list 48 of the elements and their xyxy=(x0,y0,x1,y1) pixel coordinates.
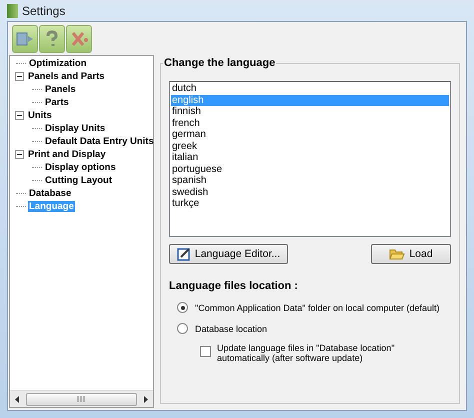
tree-item[interactable]: Panels xyxy=(44,84,77,95)
tree-item[interactable]: Parts xyxy=(44,97,70,108)
list-item[interactable]: german xyxy=(171,129,449,140)
load-button[interactable]: Load xyxy=(371,244,451,264)
list-item[interactable]: spanish xyxy=(171,175,449,186)
collapse-icon[interactable] xyxy=(15,111,24,120)
list-item[interactable]: greek xyxy=(171,140,449,152)
collapse-icon[interactable] xyxy=(15,150,24,159)
radio-label: Database location xyxy=(195,324,268,334)
folder-icon xyxy=(389,247,406,261)
tree-item[interactable]: Display options xyxy=(44,162,117,173)
tree-item[interactable]: Units xyxy=(27,110,53,121)
radio-button[interactable] xyxy=(177,302,188,313)
language-list[interactable]: dutch english finnish french german greek italian portuguese spanish swedish turkçe xyxy=(169,81,451,237)
edit-icon xyxy=(176,247,191,261)
list-item[interactable]: dutch xyxy=(171,83,449,94)
section-label: Language files location : xyxy=(169,280,299,292)
list-item[interactable]: turkçe xyxy=(171,198,449,210)
scroll-right-icon[interactable] xyxy=(143,396,149,402)
list-item[interactable]: finnish xyxy=(171,106,449,118)
app-icon xyxy=(7,4,18,18)
tree-item[interactable]: Print and Display xyxy=(27,149,107,160)
checkbox-label: Update language files in "Database location" automatically (after software update) xyxy=(217,343,396,363)
close-button[interactable] xyxy=(66,25,92,53)
group-title: Change the language xyxy=(163,57,276,69)
tree-item[interactable]: Default Data Entry Units xyxy=(44,136,155,147)
export-button[interactable] xyxy=(12,25,38,53)
radio-label: "Common Application Data" folder on local computer (default) xyxy=(195,302,440,312)
list-item[interactable]: portuguese xyxy=(171,164,449,175)
tree-item[interactable]: Database xyxy=(28,188,72,199)
window-title: Settings xyxy=(22,4,66,18)
close-icon xyxy=(69,30,89,48)
tree-item[interactable]: Display Units xyxy=(44,123,106,134)
radio-button[interactable] xyxy=(177,323,188,334)
tree-item[interactable]: Cutting Layout xyxy=(44,175,114,186)
tree-item[interactable]: Optimization xyxy=(28,58,88,69)
scroll-left-icon[interactable] xyxy=(14,396,20,402)
list-item[interactable]: swedish xyxy=(171,186,449,198)
export-icon xyxy=(15,30,35,48)
horizontal-scrollbar[interactable] xyxy=(10,390,153,407)
list-item[interactable]: french xyxy=(171,118,449,129)
collapse-icon[interactable] xyxy=(15,72,24,81)
help-button[interactable] xyxy=(39,25,65,53)
editor-button[interactable]: Language Editor... xyxy=(169,244,288,264)
list-item[interactable]: italian xyxy=(171,152,449,164)
tree-item[interactable]: Panels and Parts xyxy=(27,71,106,82)
checkbox[interactable] xyxy=(200,346,211,357)
scroll-thumb[interactable] xyxy=(26,392,137,406)
